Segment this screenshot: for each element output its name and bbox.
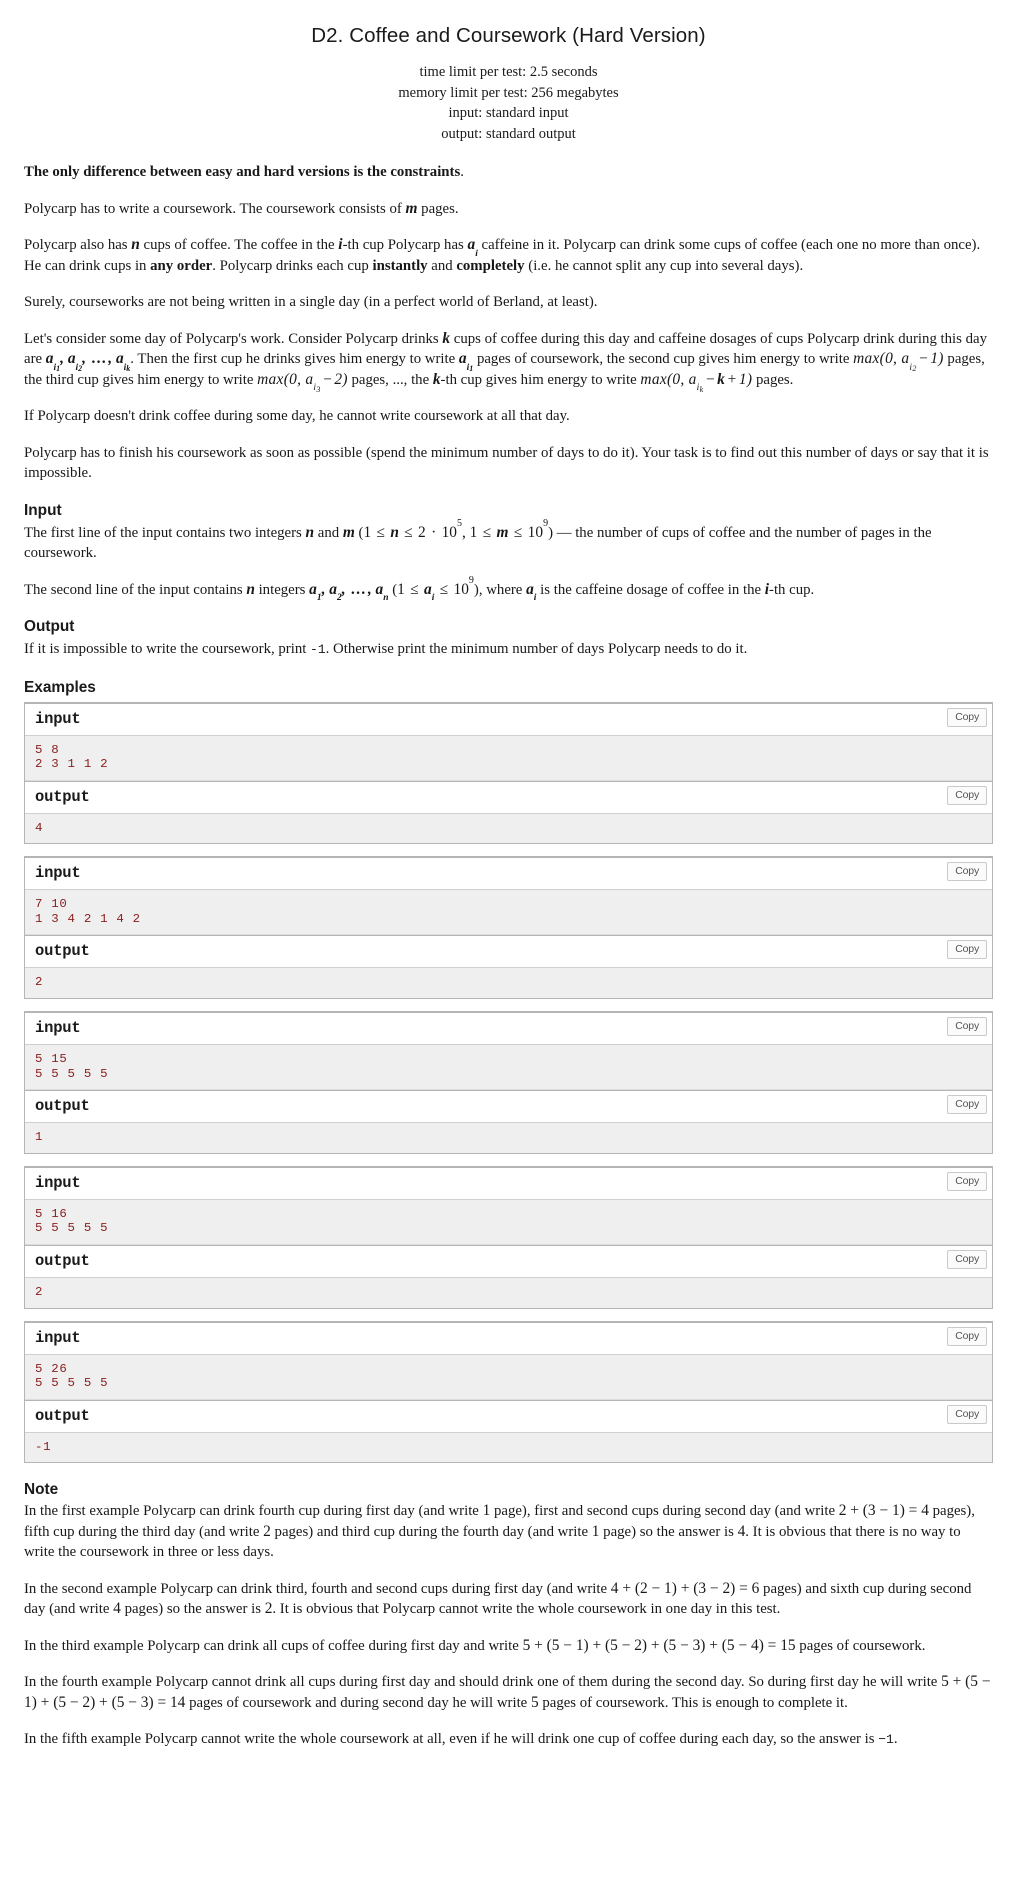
code-minus-one: -1 xyxy=(310,642,326,657)
input-paragraph-2: The second line of the input contains n … xyxy=(24,574,815,604)
statement-paragraph-3: Surely, courseworks are not being writte… xyxy=(24,294,598,310)
note-heading: Note xyxy=(24,1481,59,1499)
examples-heading: Examples xyxy=(24,678,96,696)
var-m: m xyxy=(405,199,418,217)
sample-output-label: output Copy xyxy=(25,1090,992,1124)
note-paragraph-5: In the fifth example Polycarp cannot wri… xyxy=(24,1731,898,1748)
formula-max-1: max(0, ai2−1) xyxy=(853,350,944,374)
sample-tests-section: Examples input Copy 5 8 2 3 1 1 2 output Cop… xyxy=(24,679,993,1464)
var-a-i-2: ai xyxy=(526,580,537,604)
sample-input-label: input Copy xyxy=(25,1323,992,1355)
output-heading: Output xyxy=(24,618,75,635)
copy-output-button[interactable]: Copy xyxy=(947,1095,987,1115)
sample-test: input Copy 7 10 1 3 4 2 1 4 2 output Copy 2 xyxy=(24,856,993,1000)
problem-statement-page: D2. Coffee and Coursework (Hard Version)… xyxy=(0,0,1017,1777)
input-paragraph-1: The first line of the input contains two… xyxy=(24,517,932,561)
formula-a-i1: ai1 xyxy=(458,350,474,374)
formula-note1: 2 + (3 − 1) = 4 xyxy=(838,1502,929,1520)
statement-paragraph-2: Polycarp also has n cups of coffee. The … xyxy=(24,236,981,274)
input-specification: Input The first line of the input contai… xyxy=(24,501,993,604)
output-paragraph-1: If it is impossible to write the coursew… xyxy=(24,641,748,657)
memory-limit: memory limit per test: 256 megabytes xyxy=(398,84,619,101)
copy-output-button[interactable]: Copy xyxy=(947,1250,987,1270)
difference-note-bold: The only difference between easy and har… xyxy=(24,164,461,180)
formula-a-sequence: ai1, ai2, …, aik xyxy=(45,350,131,374)
sample-test: input Copy 5 16 5 5 5 5 5 output Copy 2 xyxy=(24,1165,993,1309)
sample-test: input Copy 5 26 5 5 5 5 5 output Copy -1 xyxy=(24,1320,993,1464)
copy-output-button[interactable]: Copy xyxy=(947,940,987,960)
bold-instantly: instantly xyxy=(372,257,428,274)
copy-input-button[interactable]: Copy xyxy=(947,707,987,727)
sample-input-data: 5 8 2 3 1 1 2 xyxy=(25,735,992,781)
sample-input-data: 5 26 5 5 5 5 5 xyxy=(25,1354,992,1400)
sample-output-data: 4 xyxy=(25,813,992,844)
sample-output-label: output Copy xyxy=(25,1245,992,1279)
formula-max-3: max(0, aik−k+1) xyxy=(640,370,753,394)
note-paragraph-3: In the third example Polycarp can drink … xyxy=(24,1636,926,1654)
copy-input-button[interactable]: Copy xyxy=(947,862,987,882)
statement-paragraph-1: Polycarp has to write a coursework. The … xyxy=(24,199,459,217)
note-paragraph-2: In the second example Polycarp can drink… xyxy=(24,1579,972,1618)
sample-output-data: 2 xyxy=(25,968,992,999)
legend: The only difference between easy and har… xyxy=(24,162,993,484)
formula-max-2: max(0, ai3−2) xyxy=(257,370,348,394)
sample-test: input Copy 5 15 5 5 5 5 5 output Copy 1 xyxy=(24,1011,993,1154)
formula-a-list: a1, a2, …, an xyxy=(309,580,389,604)
sample-output-data: -1 xyxy=(25,1432,992,1463)
var-k: k xyxy=(442,329,451,347)
sample-input-label: input Copy xyxy=(25,1013,992,1046)
sample-output-data: 1 xyxy=(25,1123,992,1153)
sample-test: input Copy 5 8 2 3 1 1 2 output Copy 4 xyxy=(24,701,993,845)
input-heading: Input xyxy=(24,501,62,519)
copy-output-button[interactable]: Copy xyxy=(947,785,987,805)
time-limit: time limit per test: 2.5 seconds xyxy=(419,64,598,80)
sample-tests-list: input Copy 5 8 2 3 1 1 2 output Copy 4 input Co… xyxy=(24,701,993,1464)
formula-note3: 5 + (5 − 1) + (5 − 2) + (5 − 3) + (5 − 4… xyxy=(522,1636,796,1654)
formula-note2: 4 + (2 − 1) + (3 − 2) = 6 xyxy=(610,1579,760,1597)
note-section: Note In the first example Polycarp can d… xyxy=(24,1481,993,1751)
copy-input-button[interactable]: Copy xyxy=(947,1017,987,1037)
sample-output-label: output Copy xyxy=(25,1399,992,1433)
sample-input-data: 5 16 5 5 5 5 5 xyxy=(25,1199,992,1246)
sample-input-data: 5 15 5 5 5 5 5 xyxy=(25,1045,992,1091)
difference-note: The only difference between easy and har… xyxy=(24,164,464,180)
output-file: output: standard output xyxy=(441,125,576,142)
var-a-i: ai xyxy=(467,236,478,259)
sample-output-label: output Copy xyxy=(25,780,992,814)
var-n: n xyxy=(131,236,140,253)
formula-constraint-n-m: 1 ≤ n ≤ 2 · 105, 1 ≤ m ≤ 109 xyxy=(363,517,549,541)
input-file: input: standard input xyxy=(448,105,569,121)
statement-paragraph-4: Let's consider some day of Polycarp's wo… xyxy=(24,329,987,394)
sample-output-data: 2 xyxy=(25,1278,992,1308)
statement-paragraph-5: If Polycarp doesn't drink coffee during … xyxy=(24,408,570,424)
note-paragraph-4: In the fourth example Polycarp cannot dr… xyxy=(24,1673,991,1711)
statement-paragraph-6: Polycarp has to finish his coursework as… xyxy=(24,444,989,482)
sample-output-label: output Copy xyxy=(25,935,992,969)
note-paragraph-1: In the first example Polycarp can drink … xyxy=(24,1502,975,1561)
bold-any-order: any order xyxy=(150,257,213,274)
sample-input-label: input Copy xyxy=(25,858,992,891)
formula-constraint-a: 1 ≤ ai ≤ 109 xyxy=(397,574,474,604)
output-specification: Output If it is impossible to write the … xyxy=(24,618,993,661)
var-k-2: k xyxy=(432,370,441,388)
copy-input-button[interactable]: Copy xyxy=(947,1326,987,1346)
problem-header: D2. Coffee and Coursework (Hard Version)… xyxy=(24,10,993,144)
sample-input-label: input Copy xyxy=(25,1168,992,1200)
sample-input-label: input Copy xyxy=(25,704,992,736)
page-title: D2. Coffee and Coursework (Hard Version) xyxy=(311,24,706,47)
copy-output-button[interactable]: Copy xyxy=(947,1404,987,1424)
copy-input-button[interactable]: Copy xyxy=(947,1171,987,1191)
bold-completely: completely xyxy=(456,257,525,274)
sample-input-data: 7 10 1 3 4 2 1 4 2 xyxy=(25,890,992,936)
